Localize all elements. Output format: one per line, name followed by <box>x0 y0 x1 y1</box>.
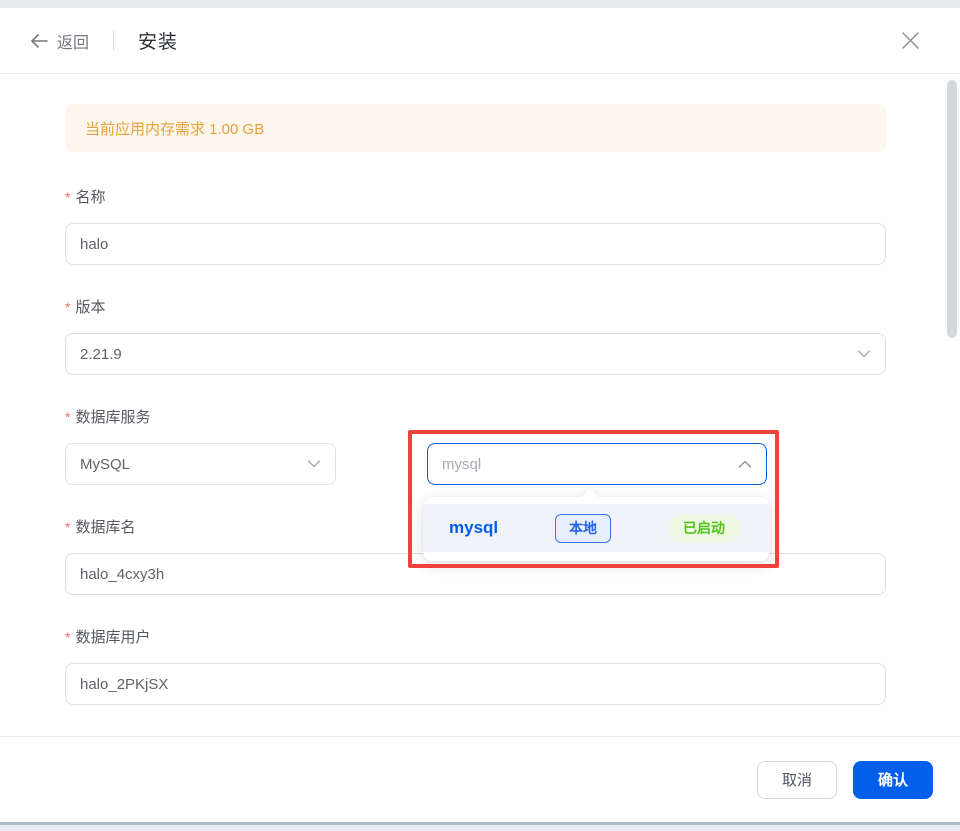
db-service-row: MySQL mysql <box>65 443 886 485</box>
memory-requirement-text: 当前应用内存需求 1.00 GB <box>85 118 264 139</box>
memory-requirement-banner: 当前应用内存需求 1.00 GB <box>65 104 886 152</box>
db-name-label-text: 数据库名 <box>75 517 135 539</box>
header-divider <box>113 31 114 51</box>
required-mark: * <box>65 406 70 428</box>
local-badge: 本地 <box>555 514 611 543</box>
status-running-badge: 已启动 <box>668 514 740 543</box>
field-group-name: * 名称 <box>65 186 886 265</box>
form-content: 当前应用内存需求 1.00 GB * 名称 * 版本 2.21.9 <box>0 74 960 739</box>
back-label: 返回 <box>57 29 89 53</box>
field-group-version: * 版本 2.21.9 <box>65 296 886 375</box>
db-instance-option-mysql[interactable]: mysql 本地 已启动 <box>423 504 770 552</box>
version-select-value: 2.21.9 <box>80 346 122 363</box>
close-button[interactable] <box>898 29 922 53</box>
install-drawer: 返回 安装 当前应用内存需求 1.00 GB * 名称 <box>0 8 960 825</box>
db-user-input[interactable] <box>65 663 886 705</box>
required-mark: * <box>65 626 70 648</box>
version-label-text: 版本 <box>75 297 105 319</box>
chevron-up-icon <box>738 459 752 469</box>
arrow-left-icon <box>30 34 48 48</box>
db-instance-dropdown: mysql 本地 已启动 <box>423 497 770 561</box>
page-title: 安装 <box>138 27 178 54</box>
cancel-button[interactable]: 取消 <box>757 761 837 799</box>
required-mark: * <box>65 516 70 538</box>
db-instance-placeholder: mysql <box>442 456 481 473</box>
field-group-db-user: * 数据库用户 <box>65 626 886 705</box>
version-select[interactable]: 2.21.9 <box>65 333 886 375</box>
version-label: * 版本 <box>65 296 886 319</box>
db-instance-select[interactable]: mysql <box>427 443 767 485</box>
name-label-text: 名称 <box>75 187 105 209</box>
db-type-select[interactable]: MySQL <box>65 443 336 485</box>
option-name: mysql <box>449 518 498 538</box>
db-service-label-text: 数据库服务 <box>75 407 150 429</box>
field-group-db-service: * 数据库服务 MySQL mysql <box>65 406 886 485</box>
name-input[interactable] <box>65 223 886 265</box>
db-user-label: * 数据库用户 <box>65 626 886 649</box>
chevron-down-icon <box>857 349 871 359</box>
name-label: * 名称 <box>65 186 886 209</box>
db-user-label-text: 数据库用户 <box>75 627 150 649</box>
confirm-button[interactable]: 确认 <box>853 761 933 799</box>
back-button[interactable]: 返回 <box>30 29 89 53</box>
close-icon <box>901 31 920 50</box>
drawer-header: 返回 安装 <box>0 8 960 74</box>
db-type-select-value: MySQL <box>80 456 130 473</box>
required-mark: * <box>65 186 70 208</box>
scrollbar-thumb[interactable] <box>947 80 957 338</box>
drawer-footer: 取消 确认 <box>0 736 960 822</box>
db-service-label: * 数据库服务 <box>65 406 886 429</box>
page-canvas: 返回 安装 当前应用内存需求 1.00 GB * 名称 <box>0 0 960 831</box>
required-mark: * <box>65 296 70 318</box>
chevron-down-icon <box>307 459 321 469</box>
